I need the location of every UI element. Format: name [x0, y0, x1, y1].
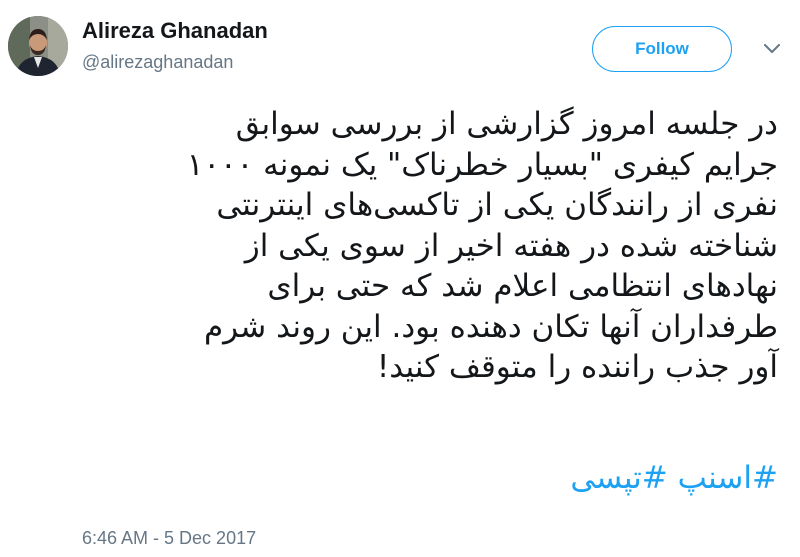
tweet-header: Alireza Ghanadan @alirezaghanadan Follow — [0, 0, 800, 90]
tweet-text-line: در جلسه امروز گزارشی از بررسی سوابق — [235, 106, 778, 142]
tweet-text-line: جرایم کیفری "بسیار خطرناک" یک نمونه ۱۰۰۰ — [186, 146, 778, 183]
tweet-text-line: آور جذب راننده را متوقف کنید! — [376, 349, 778, 385]
avatar-image — [8, 16, 68, 76]
hashtag-link[interactable]: #تپسی — [570, 460, 667, 496]
tweet-text-line: طرفداران آنها تکان دهنده بود. این روند ش… — [203, 308, 778, 345]
display-name[interactable]: Alireza Ghanadan — [82, 18, 268, 44]
avatar[interactable] — [8, 16, 68, 76]
tweet-text-line: شناخته شده در هفته اخیر از سوی یکی از — [244, 227, 778, 264]
hashtag-link[interactable]: #اسنپ — [678, 460, 778, 496]
tweet-text: در جلسه امروز گزارشی از بررسی سوابق جرای… — [78, 104, 778, 388]
tweet-timestamp[interactable]: 6:46 AM - 5 Dec 2017 — [82, 528, 256, 549]
tweet-text-line: نهادهای انتظامی اعلام شد که حتی برای — [267, 268, 778, 304]
chevron-down-icon[interactable] — [760, 38, 784, 60]
hashtags: #اسنپ #تپسی — [570, 458, 778, 498]
chevron-down-glyph — [764, 44, 780, 53]
user-handle[interactable]: @alirezaghanadan — [82, 52, 233, 73]
follow-button[interactable]: Follow — [592, 26, 732, 72]
tweet-card: Alireza Ghanadan @alirezaghanadan Follow… — [0, 0, 800, 557]
tweet-text-line: نفری از رانندگان یکی از تاکسی‌های اینترن… — [216, 187, 778, 223]
